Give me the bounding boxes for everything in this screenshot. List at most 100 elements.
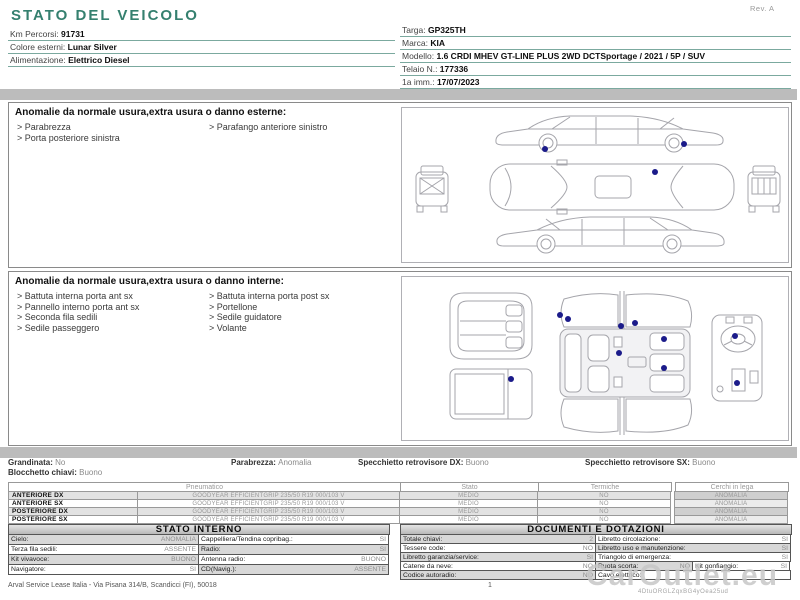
interior-anomaly-list-col1: > Battuta interna porta ant sx> Pannello…: [17, 291, 139, 333]
summary-value: Buono: [692, 458, 715, 467]
tyre-cerchi: ANOMALIA: [674, 515, 788, 524]
interior-anomalies-section: Anomalie da normale usura,extra usura o …: [8, 271, 792, 446]
rear-seats-view: [450, 293, 532, 359]
interior-car-diagram: [402, 277, 788, 440]
info-label: Modello:: [402, 51, 437, 61]
anomaly-item: > Battuta interna porta post sx: [209, 291, 329, 302]
field-value: NO: [580, 545, 593, 552]
field-label: Navigatore:: [11, 566, 46, 573]
summary-value: No: [55, 458, 65, 467]
table-row: Navigatore:SICD(Navig.):ASSENTE: [8, 565, 390, 575]
field-label: Kit vivavoce:: [11, 556, 49, 563]
doc-code: 4DtuORGLZqxBG4yOea25ud: [638, 589, 728, 595]
summary-label: Parabrezza:: [231, 458, 278, 467]
field-value: SI: [377, 536, 386, 543]
footer-company: Arval Service Lease Italia - Via Pisana …: [8, 582, 217, 589]
damage-marker: [557, 312, 563, 318]
vehicle-info-row: Telaio N.: 177336: [400, 63, 791, 76]
anomaly-item: > Seconda fila sedili: [17, 312, 139, 323]
damage-marker: [661, 365, 667, 371]
field-value: ASSENTE: [161, 546, 196, 553]
summary-label: Specchietto retrovisore DX:: [358, 458, 466, 467]
exterior-section-title: Anomalie da normale usura,extra usura o …: [15, 107, 286, 118]
summary-value: Anomalia: [278, 458, 311, 467]
tyres-table: PneumaticoStatoTermicheCerchi in legaANT…: [8, 482, 792, 524]
anomaly-item: > Sedile guidatore: [209, 312, 329, 323]
interior-section-title: Anomalie da normale usura,extra usura o …: [15, 276, 284, 287]
summary-field: Specchietto retrovisore SX: Buono: [585, 458, 715, 467]
field-value: SI: [779, 536, 788, 543]
field-value: SI: [779, 545, 788, 552]
car-rear-view: [748, 166, 780, 212]
field-value: SI: [779, 554, 788, 561]
info-value: 91731: [61, 29, 85, 39]
vehicle-info-left: Km Percorsi: 91731Colore esterni: Lunar …: [8, 28, 395, 67]
tyre-name: GOODYEAR EFFICIENTGRIP 235/50 R19 000/10…: [137, 515, 400, 524]
anomaly-item: > Porta posteriore sinistra: [17, 133, 120, 144]
info-label: 1a imm.:: [402, 77, 437, 87]
condition-summary: Grandinata: No Parabrezza: Anomalia Specch…: [0, 458, 800, 480]
info-value: GP325TH: [428, 25, 466, 35]
field-label: Antenna radio:: [201, 556, 245, 563]
field-label: Catene da neve:: [403, 563, 453, 570]
car-side-left-view: [496, 116, 723, 152]
info-label: Colore esterni:: [10, 42, 68, 52]
page-title: STATO DEL VEICOLO: [11, 7, 199, 24]
exterior-car-diagram: [402, 108, 788, 262]
anomaly-item: > Portellone: [209, 302, 329, 313]
tyre-termiche: NO: [537, 515, 671, 524]
info-label: Telaio N.:: [402, 64, 440, 74]
vehicle-info-row: Targa: GP325TH: [400, 24, 791, 37]
divider-bar-bottom: [0, 447, 797, 458]
car-side-right-view: [497, 217, 724, 253]
damage-marker: [632, 320, 638, 326]
field-value: ASSENTE: [351, 566, 386, 573]
exterior-anomaly-list-col1: > Parabrezza> Porta posteriore sinistra: [17, 122, 120, 143]
damage-marker: [681, 141, 687, 147]
info-value: 1.6 CRDI MHEV GT-LINE PLUS 2WD DCTSporta…: [437, 51, 706, 61]
damage-marker: [652, 169, 658, 175]
vehicle-info-row: Alimentazione: Elettrico Diesel: [8, 54, 395, 67]
summary-field: Parabrezza: Anomalia: [231, 458, 312, 467]
field-value: SI: [377, 546, 386, 553]
divider-bar-top: [0, 89, 797, 100]
field-label: Cappelliera/Tendina copribag.:: [201, 536, 293, 543]
damage-marker: [661, 336, 667, 342]
vehicle-info-row: Km Percorsi: 91731: [8, 28, 395, 41]
info-label: Km Percorsi:: [10, 29, 61, 39]
info-value: Lunar Silver: [68, 42, 117, 52]
tyre-stato: MEDIO: [399, 515, 538, 524]
damage-marker: [616, 350, 622, 356]
damage-marker: [565, 316, 571, 322]
field-label: Libretto garanzia/service:: [403, 554, 479, 561]
anomaly-item: > Parabrezza: [17, 122, 120, 133]
field-cell: Codice autoradio:NO: [400, 570, 596, 580]
stato-interno-table: STATO INTERNO Cielo:ANOMALIACappelliera/…: [8, 524, 390, 575]
info-value: 177336: [440, 64, 468, 74]
dashboard-view: [712, 315, 762, 401]
summary-value: Buono: [466, 458, 489, 467]
info-value: KIA: [430, 38, 445, 48]
field-value: SI: [778, 563, 787, 570]
summary-field: Blocchetto chiavi: Buono: [8, 468, 102, 477]
field-value: ANOMALIA: [158, 536, 196, 543]
info-label: Marca:: [402, 38, 430, 48]
anomaly-item: > Battuta interna porta ant sx: [17, 291, 139, 302]
field-label: Terza fila sedili:: [11, 546, 57, 553]
watermark: CarOutlet.eu: [586, 559, 778, 593]
exterior-diagram: [401, 107, 789, 263]
field-cell: CD(Navig.):ASSENTE: [198, 564, 389, 575]
field-label: Totale chiavi:: [403, 536, 442, 543]
field-label: Tessere code:: [403, 545, 445, 552]
summary-field: Grandinata: No: [8, 458, 65, 467]
vehicle-info-right: Targa: GP325THMarca: KIA Modello: 1.6 CRD…: [400, 24, 791, 89]
field-value: 2: [586, 536, 593, 543]
info-value: Elettrico Diesel: [68, 55, 129, 65]
vehicle-info-row: Colore esterni: Lunar Silver: [8, 41, 395, 54]
interior-anomaly-list-col2: > Battuta interna porta post sx> Portell…: [209, 291, 329, 333]
interior-diagram: [401, 276, 789, 441]
field-cell: Navigatore:SI: [8, 564, 199, 575]
summary-label: Grandinata:: [8, 458, 55, 467]
vehicle-info-row: Modello: 1.6 CRDI MHEV GT-LINE PLUS 2WD …: [400, 50, 791, 63]
exterior-anomaly-list-col2: > Parafango anteriore sinistro: [209, 122, 327, 133]
